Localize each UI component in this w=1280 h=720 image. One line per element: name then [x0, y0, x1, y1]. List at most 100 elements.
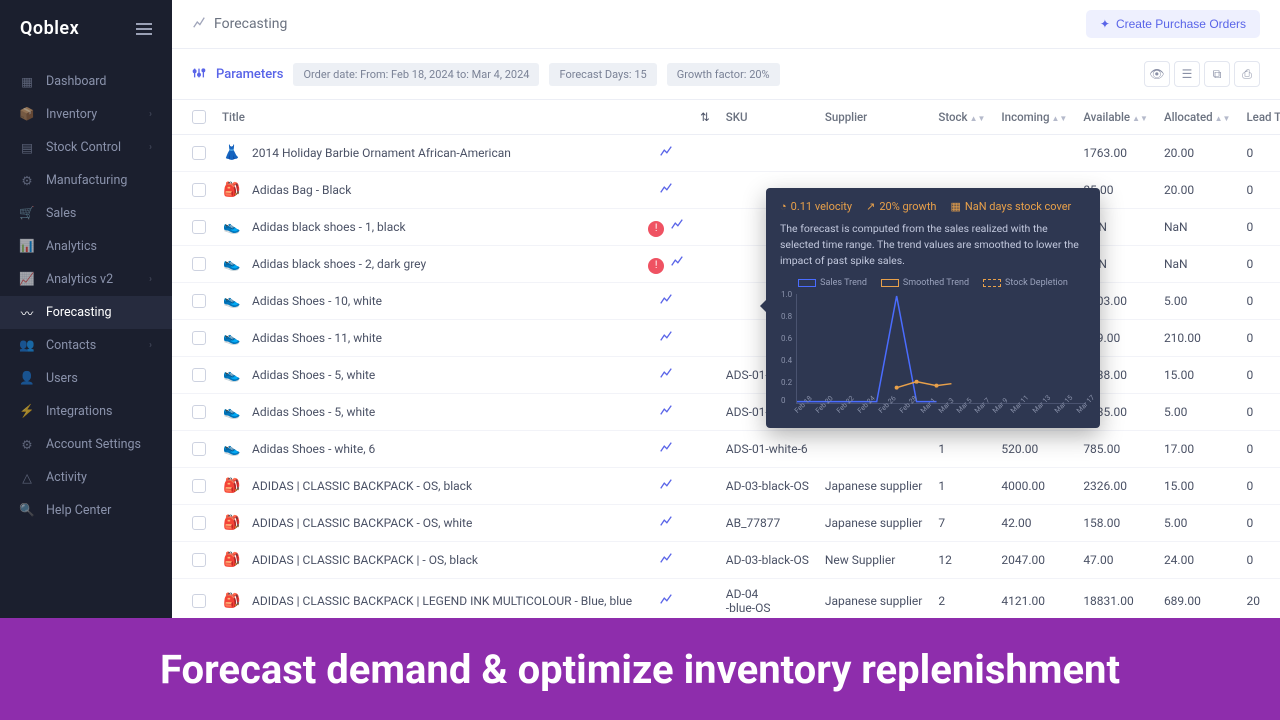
sidebar-item-contacts[interactable]: 👥Contacts›	[0, 329, 172, 362]
row-checkbox[interactable]	[192, 553, 206, 567]
stock-cell: 2	[930, 579, 993, 624]
trend-chart-icon[interactable]	[659, 406, 673, 421]
lead-time-cell: 0	[1238, 172, 1280, 209]
menu-toggle[interactable]	[136, 23, 152, 35]
product-thumb: 🎒	[222, 180, 242, 200]
chip-growth-factor[interactable]: Growth factor: 20%	[667, 63, 780, 86]
trend-chart-icon[interactable]	[659, 332, 673, 347]
sidebar-item-analytics-v2[interactable]: 📈Analytics v2›	[0, 263, 172, 296]
trend-chart-icon[interactable]	[659, 147, 673, 162]
table-row[interactable]: 🎒ADIDAS | CLASSIC BACKPACK | - OS, black…	[172, 542, 1280, 579]
trend-chart-icon[interactable]	[659, 554, 673, 569]
table-row[interactable]: 👗2014 Holiday Barbie Ornament African-Am…	[172, 135, 1280, 172]
allocated-cell: 15.00	[1156, 357, 1239, 394]
allocated-cell: 5.00	[1156, 283, 1239, 320]
trend-chart-icon[interactable]	[659, 184, 673, 199]
table-row[interactable]: 👟Adidas Shoes - 5, white ADS-01-white-5 …	[172, 394, 1280, 431]
col-allocated[interactable]: Allocated▲▼	[1156, 100, 1239, 135]
select-all-checkbox[interactable]	[192, 110, 206, 124]
lead-time-cell: 0	[1238, 357, 1280, 394]
columns-button[interactable]: ☰	[1174, 61, 1200, 87]
col-available[interactable]: Available▲▼	[1075, 100, 1156, 135]
trend-chart-icon[interactable]	[670, 220, 684, 235]
row-checkbox[interactable]	[192, 405, 206, 419]
sidebar-item-users[interactable]: 👤Users	[0, 362, 172, 395]
row-checkbox[interactable]	[192, 146, 206, 160]
stock-icon: ▤	[20, 141, 34, 155]
trend-chart-icon[interactable]	[659, 517, 673, 532]
row-checkbox[interactable]	[192, 594, 206, 608]
row-checkbox[interactable]	[192, 257, 206, 271]
sort-icon[interactable]: ⇅	[700, 110, 710, 124]
analytics2-icon: 📈	[20, 273, 34, 287]
product-title-cell: 👟Adidas Shoes - 11, white	[222, 328, 632, 348]
print-button[interactable]: ⎙	[1234, 61, 1260, 87]
nav-label: Sales	[46, 206, 76, 221]
trend-chart-icon[interactable]	[659, 480, 673, 495]
trend-chart-icon[interactable]	[659, 369, 673, 384]
product-title-cell: 🎒ADIDAS | CLASSIC BACKPACK - OS, black	[222, 476, 632, 496]
copy-button[interactable]: ⧉	[1204, 61, 1230, 87]
page-title-wrap: Forecasting	[192, 15, 287, 33]
allocated-cell: 689.00	[1156, 579, 1239, 624]
sidebar-item-analytics[interactable]: 📊Analytics	[0, 230, 172, 263]
col-title: Title	[214, 100, 640, 135]
analytics-icon: 📊	[20, 240, 34, 254]
sidebar-item-manufacturing[interactable]: ⚙Manufacturing	[0, 164, 172, 197]
trend-chart-icon[interactable]	[659, 595, 673, 610]
col-blank-2	[640, 100, 692, 135]
product-title: ADIDAS | CLASSIC BACKPACK - OS, white	[252, 516, 472, 530]
row-checkbox[interactable]	[192, 294, 206, 308]
row-checkbox[interactable]	[192, 479, 206, 493]
lead-time-cell: 0	[1238, 468, 1280, 505]
table-row[interactable]: 🎒ADIDAS | CLASSIC BACKPACK - OS, black A…	[172, 468, 1280, 505]
col-incoming[interactable]: Incoming▲▼	[993, 100, 1075, 135]
supplier-cell: Japanese supplier	[817, 468, 931, 505]
sku-cell: ADS-01-white-6	[718, 431, 817, 468]
brand-name: Qoblex	[20, 18, 79, 39]
row-checkbox[interactable]	[192, 183, 206, 197]
table-row[interactable]: 👟Adidas Shoes - 10, white 4803.00 5.00 0…	[172, 283, 1280, 320]
sidebar-item-stock-control[interactable]: ▤ Stock Control ›	[0, 131, 172, 164]
table-row[interactable]: 👟Adidas Shoes - 5, white ADS-01-white-5 …	[172, 357, 1280, 394]
create-purchase-orders-button[interactable]: ✦ Create Purchase Orders	[1086, 10, 1260, 38]
sidebar-item-activity[interactable]: △Activity	[0, 461, 172, 494]
chevron-right-icon: ›	[149, 142, 152, 153]
sidebar-item-sales[interactable]: 🛒Sales	[0, 197, 172, 230]
row-checkbox[interactable]	[192, 331, 206, 345]
sidebar-item-inventory[interactable]: 📦Inventory›	[0, 98, 172, 131]
nav-label: Stock Control	[46, 140, 121, 155]
table-row[interactable]: 🎒ADIDAS | CLASSIC BACKPACK - OS, white A…	[172, 505, 1280, 542]
sidebar-item-help-center[interactable]: 🔍Help Center	[0, 494, 172, 527]
product-title: Adidas Shoes - 11, white	[252, 331, 382, 345]
product-title: Adidas Shoes - 5, white	[252, 368, 375, 382]
table-row[interactable]: 🎒ADIDAS | CLASSIC BACKPACK | LEGEND INK …	[172, 579, 1280, 624]
row-checkbox[interactable]	[192, 220, 206, 234]
chip-order-date[interactable]: Order date: From: Feb 18, 2024 to: Mar 4…	[293, 63, 539, 86]
x-axis-labels: Feb 18Feb 20Feb 22Feb 24Feb 26Feb 28Mar …	[796, 408, 1086, 416]
lead-time-cell: 0	[1238, 394, 1280, 431]
table-row[interactable]: 👟Adidas Shoes - 11, white 949.00 210.00 …	[172, 320, 1280, 357]
col-lead-time[interactable]: Lead Time▲▼	[1238, 100, 1280, 135]
row-checkbox[interactable]	[192, 516, 206, 530]
sidebar-item-forecasting[interactable]: 〰Forecasting	[0, 296, 172, 329]
chip-forecast-days[interactable]: Forecast Days: 15	[549, 63, 656, 86]
trend-chart-icon[interactable]	[670, 257, 684, 272]
sidebar-item-account-settings[interactable]: ⚙Account Settings	[0, 428, 172, 461]
forecast-icon: 〰	[20, 306, 34, 320]
trend-chart-icon[interactable]	[659, 443, 673, 458]
col-stock[interactable]: Stock▲▼	[930, 100, 993, 135]
row-checkbox[interactable]	[192, 368, 206, 382]
row-checkbox[interactable]	[192, 442, 206, 456]
sidebar-item-dashboard[interactable]: ▦Dashboard	[0, 65, 172, 98]
trend-chart-icon[interactable]	[659, 295, 673, 310]
sidebar-item-integrations[interactable]: ⚡Integrations	[0, 395, 172, 428]
table-row[interactable]: 🎒Adidas Bag - Black 85.00 20.00 0 16 0	[172, 172, 1280, 209]
table-row[interactable]: 👟Adidas Shoes - white, 6 ADS-01-white-6 …	[172, 431, 1280, 468]
table-row[interactable]: 👟Adidas black shoes - 1, black ! NaN NaN…	[172, 209, 1280, 246]
parameters-label[interactable]: Parameters	[216, 67, 283, 82]
table-row[interactable]: 👟Adidas black shoes - 2, dark grey ! NaN…	[172, 246, 1280, 283]
available-cell: 47.00	[1075, 542, 1156, 579]
view-button[interactable]: 👁	[1144, 61, 1170, 87]
nav-label: Manufacturing	[46, 173, 127, 188]
